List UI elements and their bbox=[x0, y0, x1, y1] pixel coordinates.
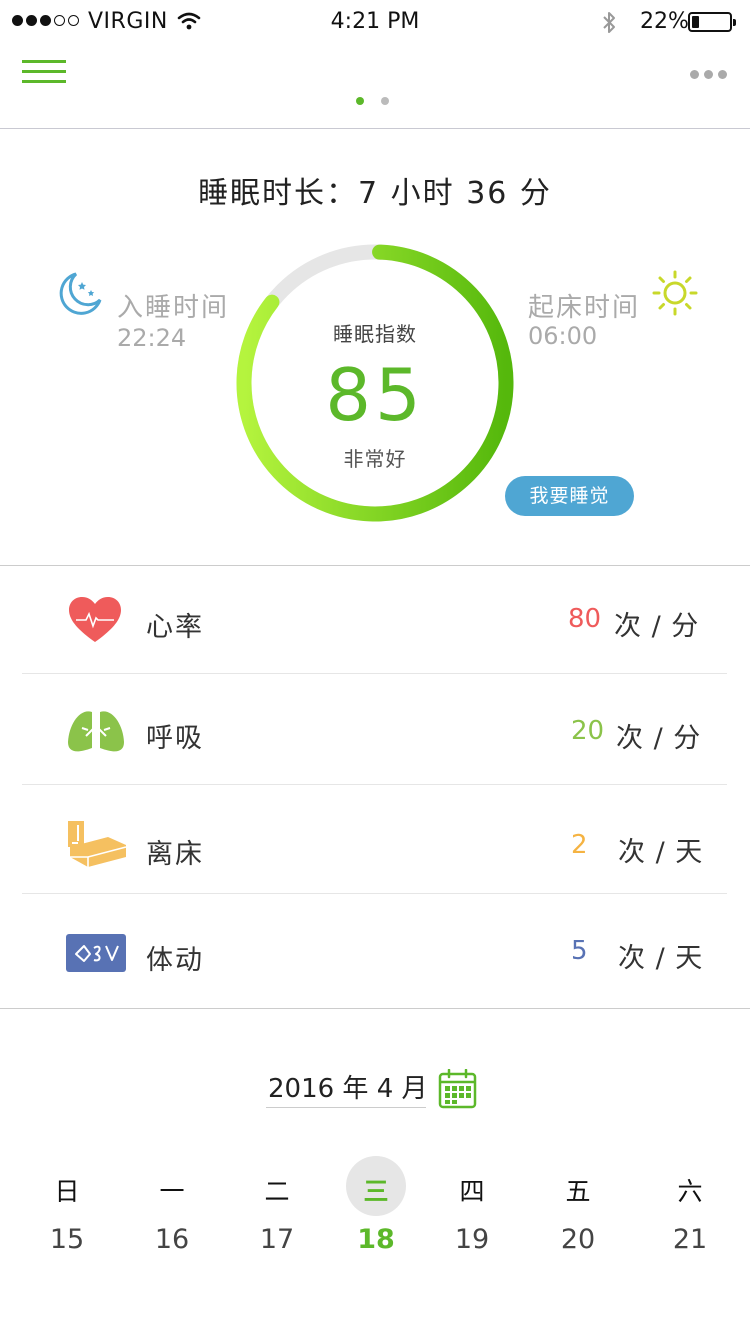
moon-icon bbox=[59, 272, 102, 315]
page-dot-active[interactable] bbox=[356, 97, 364, 105]
heart-icon bbox=[69, 597, 121, 642]
battery-percent: 22% bbox=[640, 9, 689, 34]
status-bar: VIRGIN 4:21 PM 22% bbox=[0, 0, 750, 44]
metric-row-out-of-bed[interactable]: 离床 2 次 / 天 bbox=[22, 785, 727, 893]
metric-value: 5 bbox=[571, 936, 588, 966]
bed-icon bbox=[68, 821, 127, 867]
bluetooth-icon bbox=[603, 12, 615, 33]
date-number: 15 bbox=[49, 1224, 85, 1255]
page-dot[interactable] bbox=[381, 97, 389, 105]
day-column[interactable]: 二 17 bbox=[247, 1172, 307, 1255]
movement-icon bbox=[66, 934, 126, 972]
date-number: 17 bbox=[259, 1224, 295, 1255]
metric-label: 离床 bbox=[146, 839, 204, 870]
calendar-icon[interactable] bbox=[438, 1069, 477, 1109]
sleep-index-rating: 非常好 bbox=[343, 447, 407, 471]
clock: 4:21 PM bbox=[330, 9, 420, 34]
metric-value: 20 bbox=[571, 716, 605, 746]
weekday-label: 四 bbox=[459, 1177, 485, 1206]
day-column[interactable]: 一 16 bbox=[142, 1172, 202, 1255]
metric-label: 心率 bbox=[146, 612, 204, 643]
sleep-index-value: 85 bbox=[325, 353, 425, 437]
weekday-label: 一 bbox=[159, 1177, 185, 1206]
day-column[interactable]: 五 20 bbox=[548, 1172, 608, 1255]
metric-unit: 次 / 天 bbox=[618, 837, 704, 868]
metric-value: 80 bbox=[568, 604, 602, 634]
day-column[interactable]: 六 21 bbox=[660, 1172, 720, 1255]
date-number: 20 bbox=[560, 1224, 596, 1255]
weekday-label: 三 bbox=[363, 1177, 389, 1206]
metric-unit: 次 / 天 bbox=[618, 943, 704, 974]
weekday-label: 五 bbox=[565, 1177, 591, 1206]
start-sleep-button[interactable]: 我要睡觉 bbox=[505, 476, 634, 516]
sun-icon bbox=[652, 270, 698, 316]
metric-label: 体动 bbox=[146, 945, 204, 976]
date-number: 21 bbox=[672, 1224, 708, 1255]
more-options-button[interactable] bbox=[690, 70, 727, 79]
month-selector[interactable]: 2016 年 4 月 bbox=[268, 1068, 428, 1105]
sleep-duration: 睡眠时长：7 小时 36 分 bbox=[198, 176, 552, 211]
date-number: 18 bbox=[357, 1224, 395, 1255]
metric-row-heart-rate[interactable]: 心率 80 次 / 分 bbox=[22, 568, 727, 673]
metric-unit: 次 / 分 bbox=[616, 723, 702, 754]
month-underline bbox=[266, 1107, 426, 1108]
menu-button[interactable] bbox=[22, 58, 66, 86]
weekday-label: 二 bbox=[264, 1177, 290, 1206]
metric-row-body-movement[interactable]: 体动 5 次 / 天 bbox=[22, 894, 727, 1008]
page-indicator[interactable] bbox=[356, 97, 389, 105]
bedtime-label: 入睡时间 bbox=[117, 293, 230, 323]
day-column-selected[interactable]: 三 18 bbox=[346, 1172, 406, 1255]
sleep-index-label: 睡眠指数 bbox=[333, 322, 417, 346]
metrics-divider bbox=[0, 1008, 750, 1009]
day-column[interactable]: 四 19 bbox=[442, 1172, 502, 1255]
lungs-icon bbox=[68, 706, 124, 752]
metric-row-breathing[interactable]: 呼吸 20 次 / 分 bbox=[22, 674, 727, 784]
header-divider bbox=[0, 128, 750, 129]
metric-label: 呼吸 bbox=[146, 723, 204, 754]
wake-time-value: 06:00 bbox=[528, 322, 598, 350]
day-column[interactable]: 日 15 bbox=[37, 1172, 97, 1255]
bedtime-value: 22:24 bbox=[117, 324, 187, 352]
weekday-label: 日 bbox=[54, 1177, 80, 1206]
metric-unit: 次 / 分 bbox=[614, 611, 700, 642]
wake-time-label: 起床时间 bbox=[528, 293, 641, 323]
summary-divider bbox=[0, 565, 750, 566]
date-number: 16 bbox=[154, 1224, 190, 1255]
weekday-label: 六 bbox=[677, 1177, 703, 1206]
date-number: 19 bbox=[454, 1224, 490, 1255]
metric-value: 2 bbox=[571, 830, 588, 860]
battery-icon bbox=[688, 12, 736, 32]
